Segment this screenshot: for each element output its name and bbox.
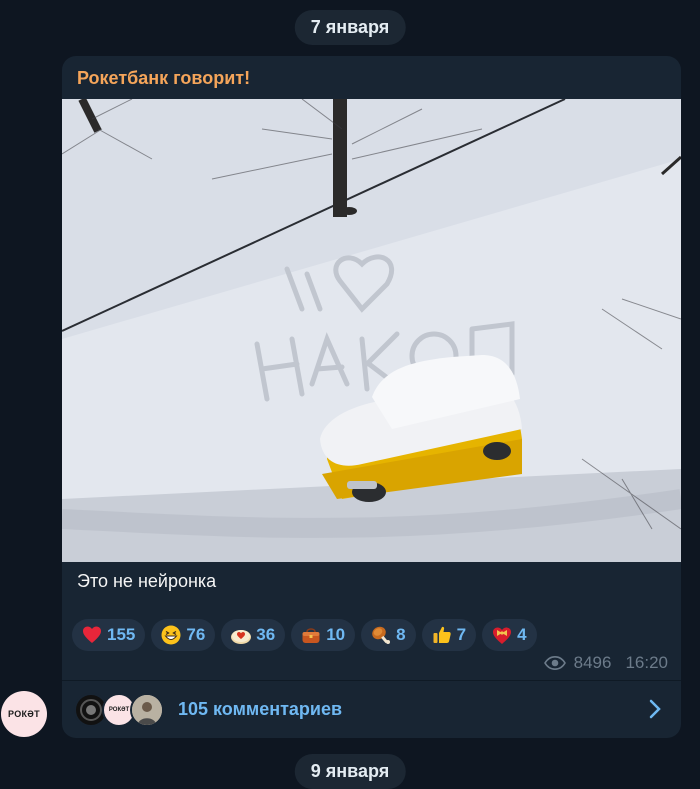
reaction-thumbs-up[interactable]: 7 xyxy=(421,619,477,651)
heart-icon xyxy=(83,626,101,643)
chicken-leg-icon xyxy=(372,626,391,644)
comments-button[interactable]: РОКӘТ 105 комментариев xyxy=(62,681,681,738)
heart-bow-icon xyxy=(493,627,512,644)
thumbs-up-icon xyxy=(433,626,451,643)
channel-avatar[interactable]: РОКӘТ xyxy=(1,691,47,737)
reaction-count: 8 xyxy=(396,625,406,644)
reaction-count: 76 xyxy=(186,625,206,644)
sender-name[interactable]: Рокетбанк говорит! xyxy=(77,68,250,89)
avatar xyxy=(130,692,164,727)
channel-post: Рокетбанк говорит! Это не нейронка 155 7… xyxy=(62,56,681,738)
reaction-purse[interactable]: 10 xyxy=(291,619,356,651)
view-count: 8496 xyxy=(573,653,612,672)
snow-car-photo xyxy=(62,99,681,562)
date-separator[interactable]: 9 января xyxy=(294,754,406,789)
reaction-count: 7 xyxy=(456,625,467,644)
post-meta: 8496 16:20 xyxy=(543,653,668,673)
reactions-bar: 155 76 36 10 8 7 4 xyxy=(72,619,537,651)
post-time: 16:20 xyxy=(625,653,668,672)
commenter-avatars: РОКӘТ xyxy=(74,692,164,727)
reaction-cookie[interactable]: 36 xyxy=(221,619,286,651)
grinning-face-icon xyxy=(161,625,181,645)
reaction-count: 10 xyxy=(326,625,346,644)
eye-icon xyxy=(543,656,566,670)
reaction-count: 155 xyxy=(107,625,136,644)
post-photo[interactable] xyxy=(62,99,681,562)
purse-icon xyxy=(302,628,320,643)
post-caption: Это не нейронка xyxy=(77,571,217,591)
reaction-count: 4 xyxy=(517,625,527,644)
chevron-right-icon xyxy=(649,699,661,719)
date-separator[interactable]: 7 января xyxy=(294,10,406,45)
heart-cookie-icon xyxy=(231,630,252,644)
comments-label: 105 комментариев xyxy=(178,699,343,719)
reaction-chicken[interactable]: 8 xyxy=(361,619,416,651)
reaction-heart[interactable]: 155 xyxy=(72,619,146,651)
reaction-count: 36 xyxy=(256,625,276,644)
reaction-heart-bow[interactable]: 4 xyxy=(482,619,537,651)
reaction-grin[interactable]: 76 xyxy=(151,619,216,651)
